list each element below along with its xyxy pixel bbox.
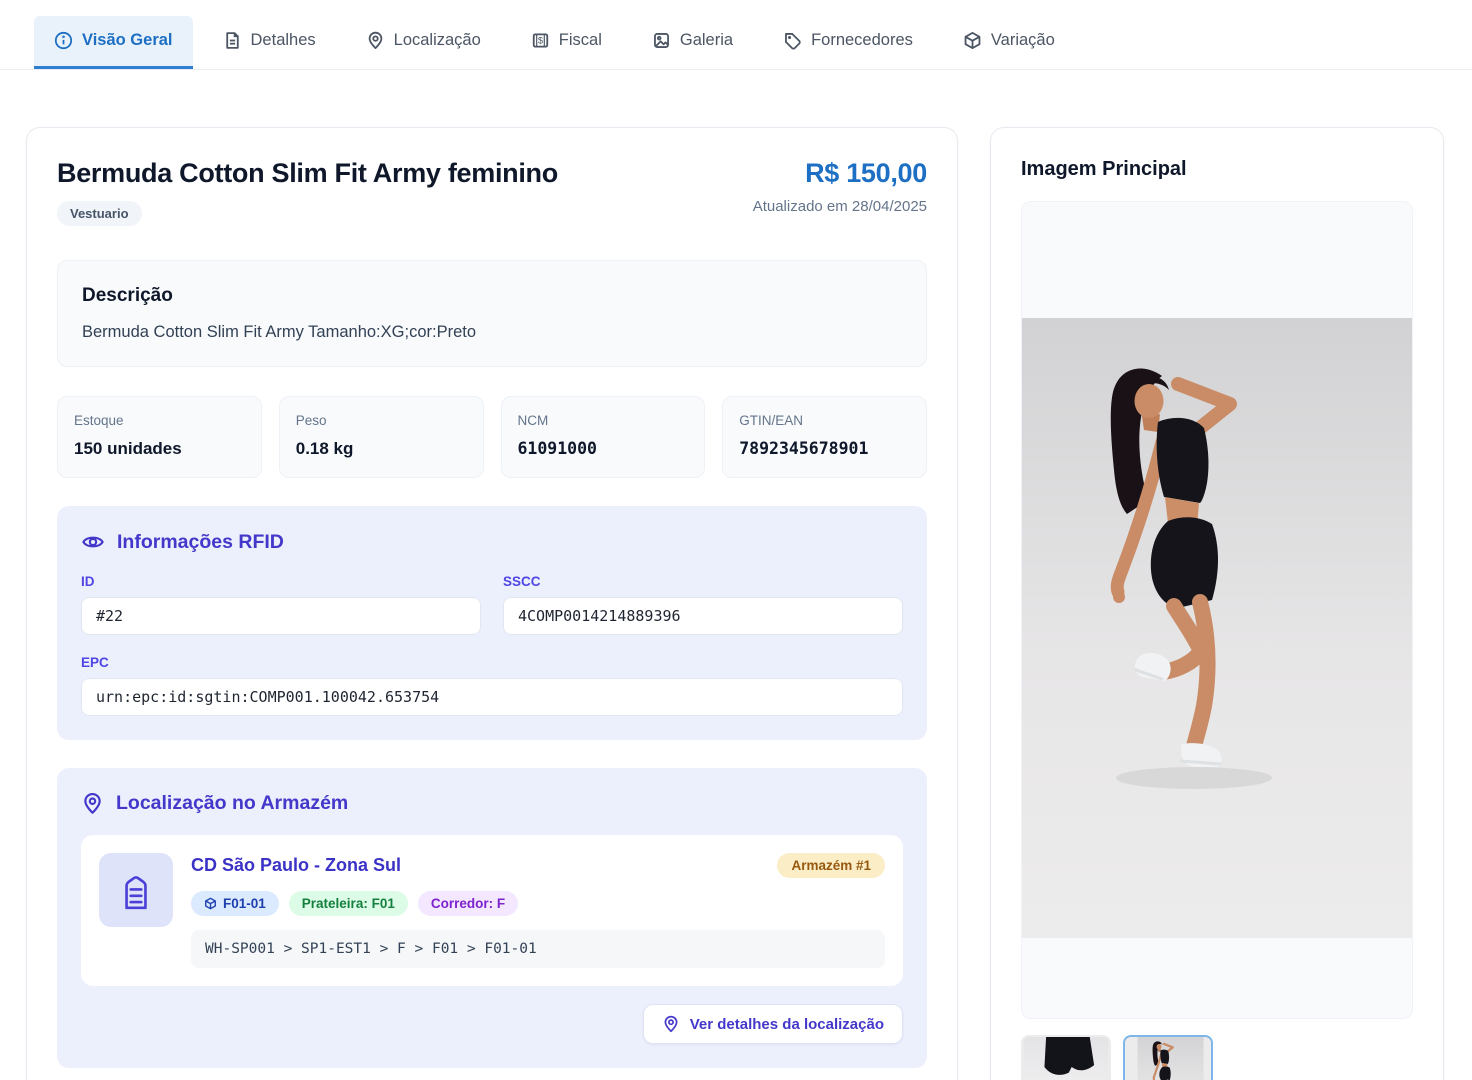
stat-label: GTIN/EAN [739, 413, 910, 428]
stat-value: 150 unidades [74, 439, 245, 459]
pin-icon [81, 792, 104, 815]
location-actions: Ver detalhes da localização [81, 1004, 903, 1044]
warehouse-card: CD São Paulo - Zona Sul Armazém #1 F01-0… [81, 835, 903, 986]
warehouse-name: CD São Paulo - Zona Sul [191, 855, 401, 876]
description-title: Descrição [82, 285, 902, 307]
description-card: Descrição Bermuda Cotton Slim Fit Army T… [57, 260, 927, 367]
product-title-block: Bermuda Cotton Slim Fit Army feminino Ve… [57, 158, 558, 226]
tab-label: Variação [991, 31, 1055, 50]
tab-detalhes[interactable]: Detalhes [203, 16, 336, 69]
rfid-epc-field: EPC urn:epc:id:sgtin:COMP001.100042.6537… [81, 655, 903, 716]
tab-fiscal[interactable]: $ Fiscal [511, 16, 622, 69]
location-badges: F01-01 Prateleira: F01 Corredor: F [191, 891, 885, 916]
category-badge: Vestuario [57, 201, 142, 226]
stat-gtin: GTIN/EAN 7892345678901 [722, 396, 927, 478]
view-location-details-label: Ver detalhes da localização [690, 1016, 884, 1033]
tab-localizacao[interactable]: Localização [346, 16, 501, 69]
warehouse-card-body: CD São Paulo - Zona Sul Armazém #1 F01-0… [191, 853, 885, 968]
info-icon [54, 31, 73, 50]
tab-visao-geral[interactable]: Visão Geral [34, 16, 193, 69]
stat-peso: Peso 0.18 kg [279, 396, 484, 478]
stat-value: 61091000 [518, 439, 689, 458]
main-image-frame [1021, 201, 1413, 1019]
page-content: Bermuda Cotton Slim Fit Army feminino Ve… [0, 70, 1472, 1080]
rfid-section-title: Informações RFID [117, 531, 284, 554]
stat-value: 0.18 kg [296, 439, 467, 459]
tab-variacao[interactable]: Variação [943, 16, 1075, 69]
eye-icon [81, 530, 105, 554]
aisle-badge: Corredor: F [418, 891, 518, 916]
tab-galeria[interactable]: Galeria [632, 16, 753, 69]
view-location-details-button[interactable]: Ver detalhes da localização [643, 1004, 903, 1044]
shorts-thumbnail-image [1023, 1037, 1109, 1080]
tab-label: Galeria [680, 31, 733, 50]
product-photo [1022, 318, 1412, 938]
rfid-sscc-field: SSCC 4COMP0014214889396 [503, 574, 903, 635]
warehouse-number-badge: Armazém #1 [777, 853, 885, 878]
location-section-title: Localização no Armazém [116, 792, 348, 815]
warehouse-title-row: CD São Paulo - Zona Sul Armazém #1 [191, 853, 885, 878]
product-header: Bermuda Cotton Slim Fit Army feminino Ve… [57, 158, 927, 226]
stat-label: Estoque [74, 413, 245, 428]
rfid-epc-label: EPC [81, 655, 903, 670]
banknote-icon: $ [531, 31, 550, 50]
cube-icon [204, 897, 217, 910]
product-overview-card: Bermuda Cotton Slim Fit Army feminino Ve… [26, 127, 958, 1080]
image-icon [652, 31, 671, 50]
main-image-title: Imagem Principal [1021, 158, 1413, 181]
updated-at: Atualizado em 28/04/2025 [753, 198, 927, 215]
rfid-fields-row: ID #22 SSCC 4COMP0014214889396 [81, 574, 903, 635]
product-tabbar: Visão Geral Detalhes Localização $ Fisca… [0, 0, 1472, 70]
price-block: R$ 150,00 Atualizado em 28/04/2025 [753, 158, 927, 215]
location-path: WH-SP001 > SP1-EST1 > F > F01 > F01-01 [191, 930, 885, 968]
rfid-epc-value[interactable]: urn:epc:id:sgtin:COMP001.100042.653754 [81, 678, 903, 716]
stat-ncm: NCM 61091000 [501, 396, 706, 478]
location-section-header: Localização no Armazém [81, 792, 903, 815]
shelf-badge: Prateleira: F01 [289, 891, 408, 916]
thumbnail-row [1021, 1035, 1413, 1080]
stat-value: 7892345678901 [739, 439, 910, 458]
bin-badge: F01-01 [191, 891, 279, 916]
stat-label: NCM [518, 413, 689, 428]
tab-label: Visão Geral [82, 31, 173, 50]
package-icon [963, 31, 982, 50]
stat-label: Peso [296, 413, 467, 428]
warehouse-icon-tile [99, 853, 173, 927]
stats-row: Estoque 150 unidades Peso 0.18 kg NCM 61… [57, 396, 927, 478]
thumbnail-model-selected[interactable] [1123, 1035, 1213, 1080]
tag-icon [783, 31, 802, 50]
product-title: Bermuda Cotton Slim Fit Army feminino [57, 158, 558, 189]
rfid-id-field: ID #22 [81, 574, 481, 635]
rfid-epc-row: EPC urn:epc:id:sgtin:COMP001.100042.6537… [81, 655, 903, 716]
tab-label: Fornecedores [811, 31, 913, 50]
rfid-section: Informações RFID ID #22 SSCC 4COMP001421… [57, 506, 927, 740]
model-thumbnail-image [1125, 1037, 1211, 1080]
tab-fornecedores[interactable]: Fornecedores [763, 16, 933, 69]
description-text: Bermuda Cotton Slim Fit Army Tamanho:XG;… [82, 323, 902, 342]
pin-icon [366, 31, 385, 50]
warehouse-icon [115, 869, 157, 911]
tab-label: Detalhes [251, 31, 316, 50]
tab-label: Localização [394, 31, 481, 50]
tab-label: Fiscal [559, 31, 602, 50]
rfid-id-label: ID [81, 574, 481, 589]
product-price: R$ 150,00 [753, 158, 927, 189]
document-icon [223, 31, 242, 50]
rfid-id-value[interactable]: #22 [81, 597, 481, 635]
warehouse-location-section: Localização no Armazém CD São Paulo - Zo… [57, 768, 927, 1068]
main-image-card: Imagem Principal [990, 127, 1444, 1080]
rfid-section-header: Informações RFID [81, 530, 903, 554]
svg-text:$: $ [538, 35, 543, 45]
bin-badge-label: F01-01 [223, 896, 266, 911]
thumbnail-shorts[interactable] [1021, 1035, 1111, 1080]
rfid-sscc-label: SSCC [503, 574, 903, 589]
pin-icon [662, 1015, 680, 1033]
rfid-sscc-value[interactable]: 4COMP0014214889396 [503, 597, 903, 635]
stat-estoque: Estoque 150 unidades [57, 396, 262, 478]
